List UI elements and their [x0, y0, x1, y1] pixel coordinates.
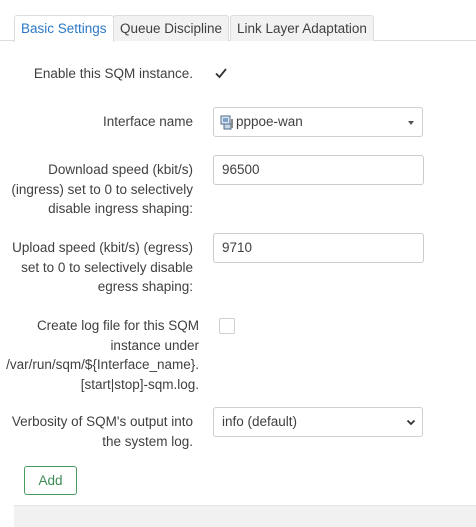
verbosity-select[interactable]: info (default): [213, 407, 423, 437]
download-speed-value: 96500: [222, 162, 260, 177]
logfile-label-line2: instance under: [110, 337, 199, 353]
upload-label-line2: set to 0 to selectively disable: [21, 259, 193, 275]
tab-basic-settings[interactable]: Basic Settings: [14, 15, 114, 42]
enable-label: Enable this SQM instance.: [30, 64, 193, 84]
download-label-line3: disable ingress shaping:: [48, 201, 193, 217]
download-label-line1: Download speed (kbit/s): [48, 162, 193, 177]
logfile-label-line3: /var/run/sqm/${Interface_name}.: [6, 357, 199, 373]
logfile-checkbox[interactable]: [219, 318, 235, 334]
tab-link-layer-adaptation[interactable]: Link Layer Adaptation: [230, 15, 374, 41]
verbosity-select-value: info (default): [222, 414, 298, 429]
footer-bar: [14, 505, 476, 527]
tab-bar: Basic Settings Queue Discipline Link Lay…: [0, 0, 476, 42]
interface-select[interactable]: pppoe-wan: [213, 107, 423, 137]
download-speed-input[interactable]: 96500: [213, 155, 424, 185]
enable-label-text: Enable this SQM instance.: [33, 66, 193, 81]
upload-label-line3: egress shaping:: [97, 279, 193, 295]
upload-speed-value: 9710: [222, 240, 253, 255]
logfile-label-line4: [start|stop]-sqm.log.: [80, 376, 199, 392]
logfile-label-line1: Create log file for this SQM: [36, 318, 199, 333]
upload-speed-label: Upload speed (kbit/s) (egress) set to 0 …: [4, 238, 193, 297]
download-speed-label: Download speed (kbit/s) (ingress) set to…: [4, 160, 193, 219]
verbosity-label: Verbosity of SQM's output into the syste…: [4, 412, 193, 451]
sqm-settings-page: Basic Settings Queue Discipline Link Lay…: [0, 0, 476, 527]
upload-label-line1: Upload speed (kbit/s) (egress): [12, 240, 193, 255]
chevron-down-icon: [406, 419, 416, 426]
add-button[interactable]: Add: [24, 466, 77, 495]
verbosity-label-line2: the system log.: [102, 433, 193, 449]
tab-queue-discipline[interactable]: Queue Discipline: [113, 15, 230, 41]
caret-down-icon: [408, 121, 414, 125]
network-interface-icon: [220, 115, 233, 130]
enable-checkbox[interactable]: [213, 65, 229, 81]
interface-label-text: Interface name: [102, 114, 193, 129]
download-label-line2: (ingress) set to 0 to selectively: [11, 181, 193, 197]
check-icon: [215, 68, 227, 79]
verbosity-label-line1: Verbosity of SQM's output into: [11, 414, 193, 429]
interface-select-value: pppoe-wan: [236, 114, 303, 129]
upload-speed-input[interactable]: 9710: [213, 233, 424, 263]
interface-label: Interface name: [30, 112, 193, 132]
logfile-label: Create log file for this SQM instance un…: [4, 316, 199, 394]
